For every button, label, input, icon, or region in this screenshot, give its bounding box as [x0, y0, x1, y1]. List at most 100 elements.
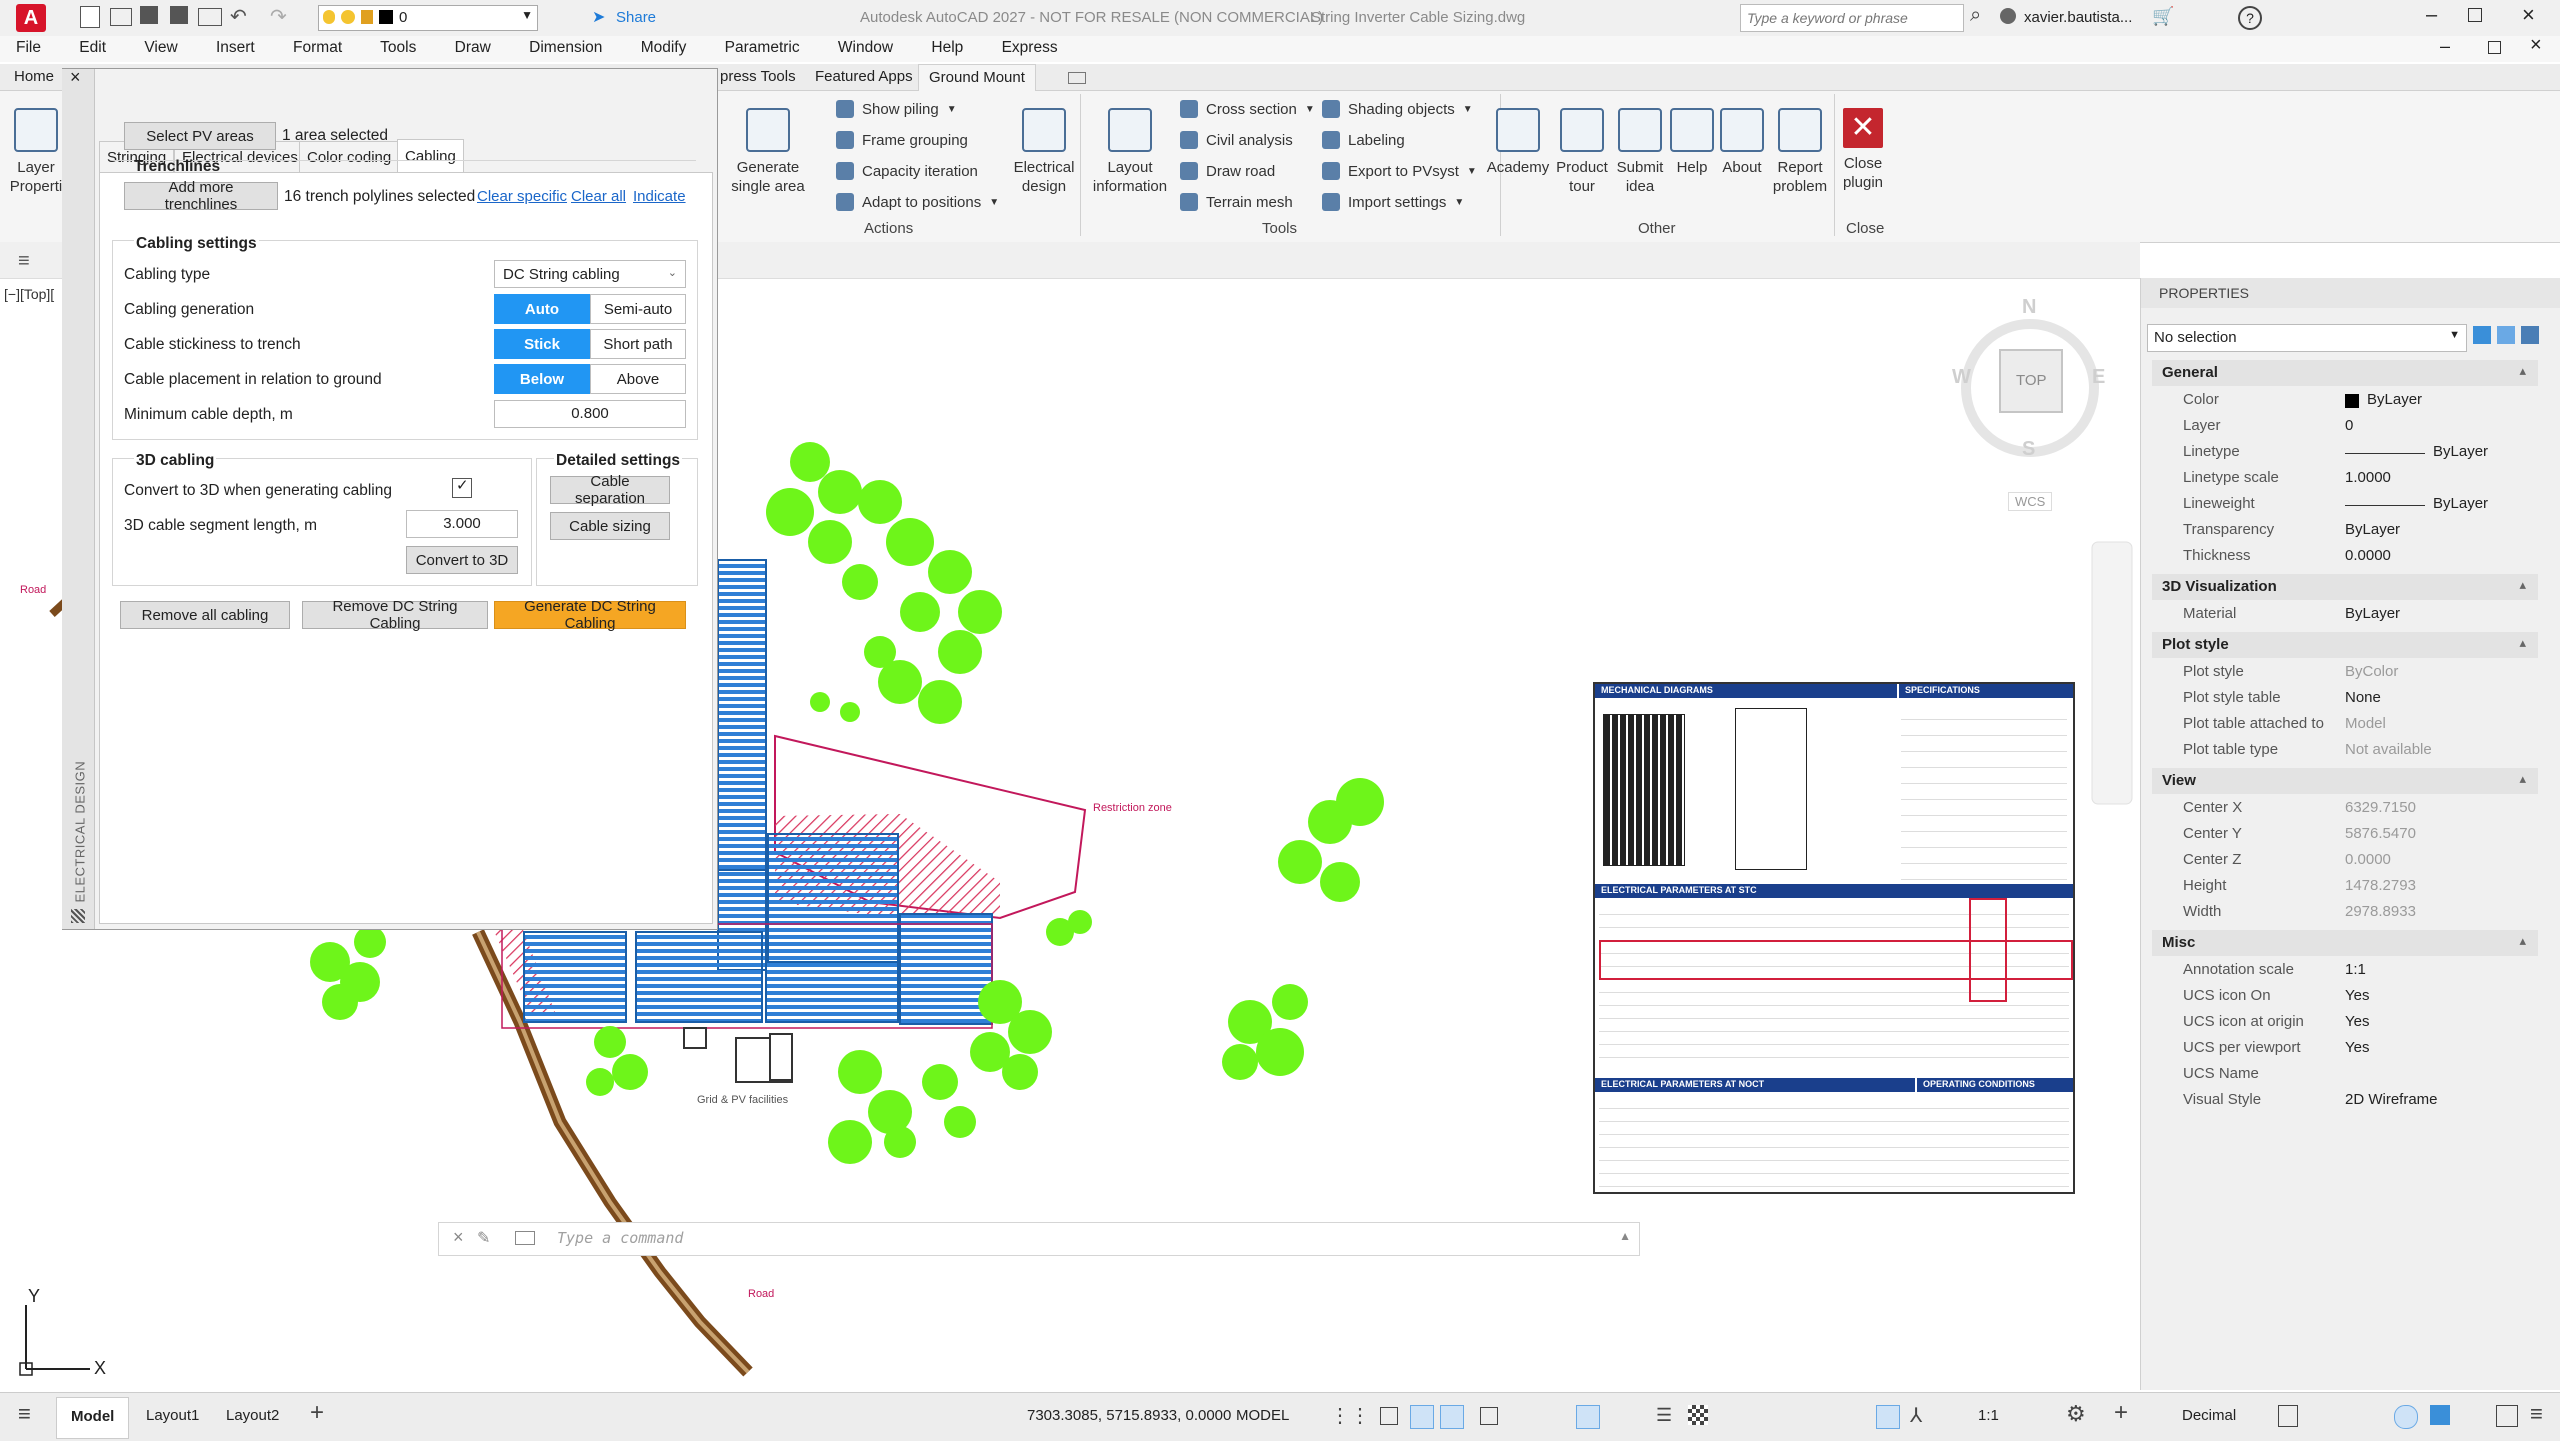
- generation-semi-auto-toggle[interactable]: Semi-auto: [590, 294, 686, 324]
- cart-icon[interactable]: 🛒: [2152, 6, 2174, 27]
- search-input[interactable]: Type a keyword or phrase: [1740, 4, 1964, 32]
- annotation-monitor-icon[interactable]: [1876, 1405, 1900, 1429]
- cross-section-button[interactable]: Cross section ▼: [1180, 100, 1315, 118]
- ribbon-tab-ground-mount[interactable]: Ground Mount: [918, 64, 1036, 91]
- quick-select-icon[interactable]: [2521, 326, 2539, 344]
- indicate-link[interactable]: Indicate: [633, 188, 686, 205]
- menu-edit[interactable]: Edit: [79, 39, 106, 56]
- property-row[interactable]: Linetype scale 1.0000: [2177, 466, 2545, 492]
- transparency-icon[interactable]: [1688, 1405, 1708, 1425]
- close-command-icon[interactable]: ×: [453, 1227, 464, 1248]
- convert-3d-checkbox[interactable]: ✓: [452, 477, 472, 498]
- import-settings-button[interactable]: Import settings ▼: [1322, 193, 1464, 211]
- select-pv-areas-button[interactable]: Select PV areas: [124, 122, 276, 150]
- menu-parametric[interactable]: Parametric: [725, 39, 800, 56]
- panel-close-icon[interactable]: ×: [70, 67, 81, 88]
- menu-file[interactable]: File: [16, 39, 41, 56]
- property-row[interactable]: Layer 0: [2177, 414, 2545, 440]
- ribbon-tab-home[interactable]: Home: [14, 68, 54, 85]
- add-layout-icon[interactable]: +: [310, 1399, 324, 1427]
- about-button[interactable]: About: [1716, 108, 1768, 177]
- snap-icon[interactable]: [1380, 1407, 1398, 1425]
- property-row[interactable]: UCS per viewport Yes: [2177, 1036, 2545, 1062]
- property-row[interactable]: Plot style ByColor: [2177, 660, 2545, 686]
- coordinates-readout[interactable]: 7303.3085, 5715.8933, 0.0000: [1027, 1407, 1231, 1424]
- layout1-tab[interactable]: Layout1: [146, 1407, 199, 1424]
- remove-all-cabling-button[interactable]: Remove all cabling: [120, 601, 290, 629]
- cable-sizing-button[interactable]: Cable sizing: [550, 512, 670, 540]
- compass-s[interactable]: S: [2022, 438, 2035, 461]
- above-toggle[interactable]: Above: [590, 364, 686, 394]
- property-row[interactable]: Thickness 0.0000: [2177, 544, 2545, 570]
- maximize-icon[interactable]: [2468, 8, 2482, 22]
- command-settings-icon[interactable]: ✎: [477, 1228, 490, 1248]
- capacity-iteration-button[interactable]: Capacity iteration: [836, 162, 978, 180]
- annotation-scale-icon[interactable]: ⅄: [1910, 1403, 1922, 1428]
- below-toggle[interactable]: Below: [494, 364, 590, 394]
- menu-insert[interactable]: Insert: [216, 39, 255, 56]
- draw-road-button[interactable]: Draw road: [1180, 162, 1275, 180]
- properties-section-header[interactable]: View ▴: [2152, 768, 2538, 794]
- submit-idea-button[interactable]: Submit idea: [1612, 108, 1668, 196]
- clear-all-link[interactable]: Clear all: [571, 188, 626, 205]
- units-dropdown[interactable]: Decimal: [2182, 1407, 2236, 1424]
- clear-specific-link[interactable]: Clear specific: [477, 188, 567, 205]
- layouts-menu-icon[interactable]: ≡: [18, 1401, 31, 1427]
- share-icon[interactable]: ➤: [592, 7, 605, 27]
- segment-length-input[interactable]: 3.000: [406, 510, 518, 538]
- property-row[interactable]: Center X 6329.7150: [2177, 796, 2545, 822]
- redo-icon[interactable]: ↷: [270, 4, 287, 29]
- grip-icon[interactable]: [71, 909, 85, 923]
- convert-to-3d-button[interactable]: Convert to 3D: [406, 546, 518, 574]
- layout2-tab[interactable]: Layout2: [226, 1407, 279, 1424]
- select-objects-icon[interactable]: [2497, 326, 2515, 344]
- cabling-type-select[interactable]: DC String cabling ⌄: [494, 260, 686, 288]
- property-row[interactable]: Annotation scale 1:1: [2177, 958, 2545, 984]
- save-as-icon[interactable]: [170, 6, 188, 24]
- menu-modify[interactable]: Modify: [641, 39, 687, 56]
- plus-icon[interactable]: +: [2114, 1399, 2128, 1427]
- gear-icon[interactable]: ⚙: [2066, 1401, 2086, 1427]
- property-row[interactable]: UCS Name: [2177, 1062, 2545, 1088]
- product-tour-button[interactable]: Product tour: [1552, 108, 1612, 196]
- add-more-trenchlines-button[interactable]: Add more trenchlines: [124, 179, 278, 213]
- user-icon[interactable]: [2000, 8, 2016, 24]
- academy-button[interactable]: Academy: [1484, 108, 1552, 177]
- share-button[interactable]: Share: [616, 9, 656, 26]
- layer-properties-button[interactable]: Layer Properti: [8, 108, 64, 196]
- doc-minimize-icon[interactable]: –: [2440, 36, 2450, 57]
- help-icon[interactable]: ?: [2238, 6, 2262, 30]
- new-icon[interactable]: [80, 6, 100, 28]
- layer-dropdown[interactable]: 0 ▼: [318, 5, 538, 31]
- property-row[interactable]: UCS icon at origin Yes: [2177, 1010, 2545, 1036]
- generate-dc-cabling-button[interactable]: Generate DC String Cabling: [494, 598, 686, 632]
- selection-dropdown[interactable]: No selection ▼: [2147, 324, 2467, 352]
- clean-screen-icon[interactable]: [2496, 1405, 2518, 1427]
- compass-n[interactable]: N: [2022, 296, 2036, 319]
- user-name[interactable]: xavier.bautista...: [2024, 9, 2132, 26]
- view-cube-top-label[interactable]: TOP: [2016, 372, 2047, 389]
- property-row[interactable]: Visual Style 2D Wireframe: [2177, 1088, 2545, 1114]
- model-space-button[interactable]: MODEL: [1236, 1407, 1289, 1424]
- model-tab[interactable]: Model: [56, 1397, 130, 1439]
- save-icon[interactable]: [140, 6, 158, 24]
- menu-window[interactable]: Window: [838, 39, 893, 56]
- menu-format[interactable]: Format: [293, 39, 342, 56]
- generation-auto-toggle[interactable]: Auto: [494, 294, 590, 324]
- minimize-icon[interactable]: –: [2426, 4, 2437, 27]
- help-button[interactable]: Help: [1668, 108, 1716, 177]
- isodraft-icon[interactable]: [1480, 1407, 1498, 1425]
- electrical-design-button[interactable]: Electrical design: [1004, 108, 1084, 196]
- autocad-logo[interactable]: A: [16, 4, 46, 32]
- property-row[interactable]: Plot table type Not available: [2177, 738, 2545, 764]
- object-snap-icon[interactable]: [1576, 1405, 1600, 1429]
- search-icon[interactable]: ⌕: [1970, 4, 1981, 27]
- report-problem-button[interactable]: Report problem: [1768, 108, 1832, 196]
- property-row[interactable]: Plot style table None: [2177, 686, 2545, 712]
- isolate-objects-icon[interactable]: [2394, 1405, 2418, 1429]
- adapt-to-positions-button[interactable]: Adapt to positions ▼: [836, 193, 999, 211]
- properties-section-header[interactable]: 3D Visualization ▴: [2152, 574, 2538, 600]
- chevron-up-icon[interactable]: ▲: [1619, 1229, 1631, 1243]
- property-row[interactable]: Transparency ByLayer: [2177, 518, 2545, 544]
- doc-restore-icon[interactable]: [2488, 41, 2501, 54]
